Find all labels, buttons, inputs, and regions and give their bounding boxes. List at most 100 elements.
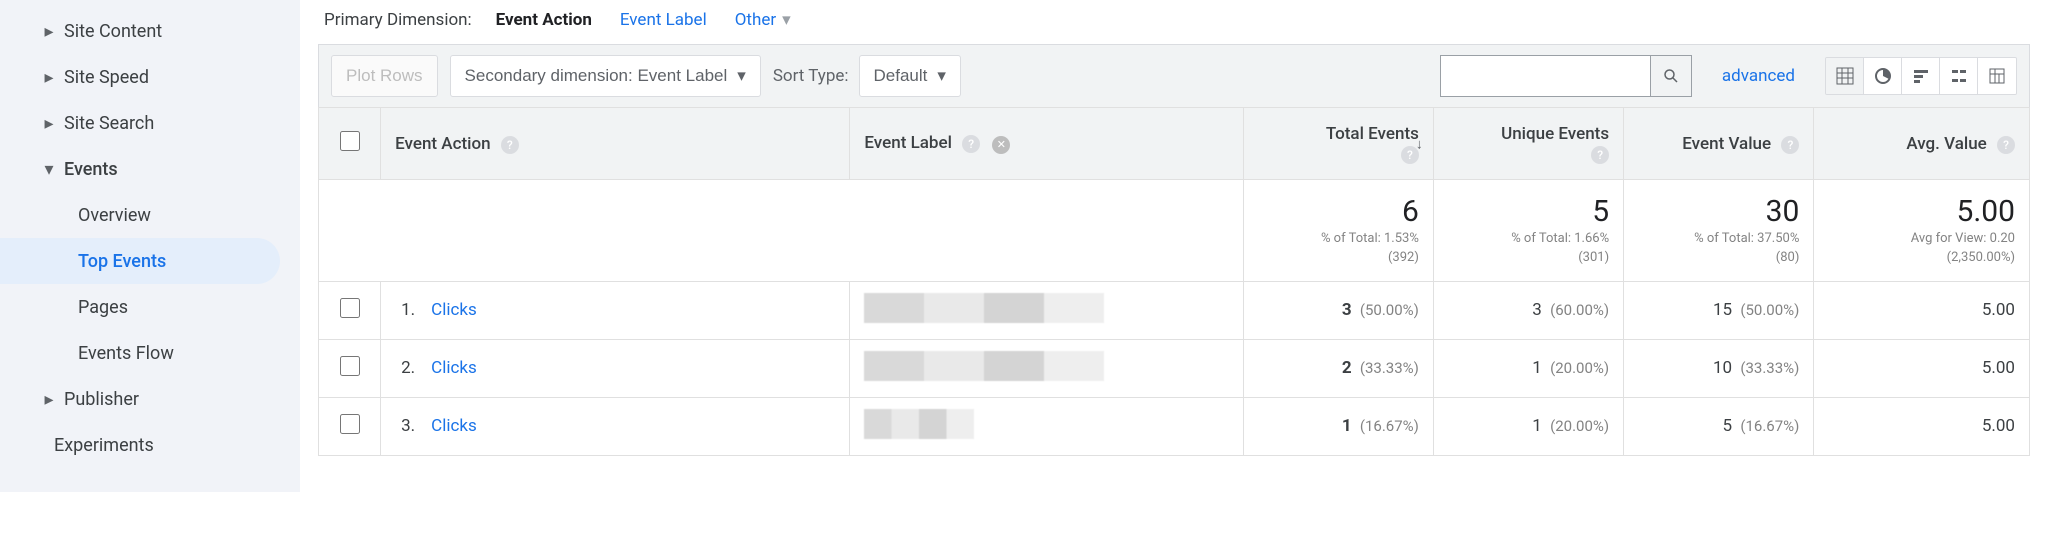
- help-icon[interactable]: ?: [501, 136, 519, 154]
- avg-value: 5.00: [1982, 300, 2015, 320]
- pie-icon: [1874, 67, 1892, 85]
- view-bar-button[interactable]: [1902, 58, 1940, 94]
- summary-event-value: 30: [1638, 194, 1799, 229]
- col-header-event-label[interactable]: Event Label ? ✕: [850, 108, 1243, 180]
- sort-type: Sort Type: Default ▾: [773, 55, 961, 97]
- total-events-value: 3: [1342, 300, 1352, 320]
- help-icon[interactable]: ?: [962, 135, 980, 153]
- caret-down-icon: ▾: [737, 66, 746, 86]
- help-icon[interactable]: ?: [1591, 146, 1609, 164]
- row-checkbox[interactable]: [340, 414, 360, 434]
- col-header-label: Unique Events: [1501, 124, 1609, 144]
- view-buttons: [1825, 57, 2017, 95]
- sidebar-item-experiments[interactable]: Experiments: [0, 422, 300, 468]
- unique-events-value: 3: [1532, 300, 1542, 320]
- event-value: 15: [1713, 300, 1732, 320]
- caret-right-icon: ▸: [42, 389, 56, 410]
- event-value-pct: (33.33%): [1740, 359, 1799, 377]
- col-header-total-events[interactable]: Total Events ? ↓: [1243, 108, 1433, 180]
- sidebar-sub-label: Events Flow: [78, 343, 174, 364]
- sidebar-sub-top-events[interactable]: Top Events: [0, 238, 280, 284]
- summary-sub: (301): [1448, 250, 1609, 267]
- sidebar-item-site-content[interactable]: ▸ Site Content: [0, 8, 280, 54]
- sidebar-item-site-search[interactable]: ▸ Site Search: [0, 100, 280, 146]
- unique-events-pct: (20.00%): [1550, 417, 1609, 435]
- sort-type-label: Sort Type:: [773, 66, 849, 86]
- row-index: 3.: [395, 416, 415, 436]
- help-icon[interactable]: ?: [1997, 136, 2015, 154]
- col-header-avg-value[interactable]: Avg. Value ?: [1814, 108, 2030, 180]
- unique-events-value: 1: [1532, 358, 1542, 378]
- col-header-label: Avg. Value: [1906, 134, 1986, 154]
- dimension-event-action[interactable]: Event Action: [496, 10, 592, 30]
- sidebar-sub-events-flow[interactable]: Events Flow: [0, 330, 280, 376]
- view-table-button[interactable]: [1826, 58, 1864, 94]
- total-events-value: 2: [1342, 358, 1352, 378]
- event-value-pct: (50.00%): [1740, 301, 1799, 319]
- col-header-unique-events[interactable]: Unique Events ?: [1433, 108, 1623, 180]
- sidebar-item-site-speed[interactable]: ▸ Site Speed: [0, 54, 280, 100]
- event-action-link[interactable]: Clicks: [431, 358, 477, 378]
- dimension-event-label[interactable]: Event Label: [620, 10, 707, 30]
- sort-type-select[interactable]: Default ▾: [859, 55, 961, 97]
- view-compare-button[interactable]: [1940, 58, 1978, 94]
- view-pie-button[interactable]: [1864, 58, 1902, 94]
- plot-rows-button[interactable]: Plot Rows: [331, 55, 438, 97]
- toolbar: Plot Rows Secondary dimension: Event Lab…: [318, 44, 2030, 107]
- dimension-other[interactable]: Other ▾: [735, 10, 791, 30]
- row-index: 2.: [395, 358, 415, 378]
- sidebar-sub-overview[interactable]: Overview: [0, 192, 280, 238]
- table-row: 2.Clicks 2 (33.33%) 1 (20.00%) 10 (33.33…: [319, 339, 2030, 397]
- search-input[interactable]: [1440, 55, 1650, 97]
- event-action-link[interactable]: Clicks: [431, 416, 477, 436]
- caret-right-icon: ▸: [42, 113, 56, 134]
- summary-total-events: 6: [1258, 194, 1419, 229]
- select-all-checkbox[interactable]: [340, 131, 360, 151]
- remove-column-icon[interactable]: ✕: [992, 136, 1010, 154]
- sidebar-sub-pages[interactable]: Pages: [0, 284, 280, 330]
- col-header-label: Total Events: [1326, 124, 1419, 144]
- unique-events-pct: (20.00%): [1550, 359, 1609, 377]
- caret-down-icon: ▾: [782, 10, 791, 30]
- sidebar-item-label: Publisher: [64, 389, 139, 410]
- bar-icon: [1912, 67, 1930, 85]
- summary-unique-events: 5: [1448, 194, 1609, 229]
- summary-sub: % of Total: 37.50%: [1638, 231, 1799, 248]
- primary-dimension-row: Primary Dimension: Event Action Event La…: [318, 0, 2030, 44]
- summary-row: 6 % of Total: 1.53% (392) 5 % of Total: …: [319, 180, 2030, 282]
- total-events-value: 1: [1342, 416, 1352, 436]
- redacted-label: [864, 293, 1104, 323]
- avg-value: 5.00: [1982, 416, 2015, 436]
- row-checkbox[interactable]: [340, 298, 360, 318]
- caret-right-icon: ▸: [42, 67, 56, 88]
- view-pivot-button[interactable]: [1978, 58, 2016, 94]
- event-action-link[interactable]: Clicks: [431, 300, 477, 320]
- redacted-label: [864, 351, 1104, 381]
- sort-desc-icon: ↓: [1416, 135, 1423, 152]
- dimension-other-label: Other: [735, 10, 776, 30]
- sidebar-item-label: Site Content: [64, 21, 162, 42]
- summary-sub: % of Total: 1.53%: [1258, 231, 1419, 248]
- row-checkbox[interactable]: [340, 356, 360, 376]
- advanced-link[interactable]: advanced: [1722, 66, 1795, 86]
- primary-dimension-label: Primary Dimension:: [324, 10, 472, 30]
- secondary-dimension-label: Secondary dimension: Event Label: [465, 66, 728, 86]
- sidebar-item-publisher[interactable]: ▸ Publisher: [0, 376, 280, 422]
- total-events-pct: (33.33%): [1360, 359, 1419, 377]
- col-header-event-action[interactable]: Event Action ?: [381, 108, 850, 180]
- secondary-dimension-select[interactable]: Secondary dimension: Event Label ▾: [450, 55, 761, 97]
- sidebar-item-events[interactable]: ▾ Events: [0, 146, 280, 192]
- event-value: 5: [1723, 416, 1733, 436]
- summary-sub: (2,350.00%): [1828, 250, 2015, 267]
- caret-right-icon: ▸: [42, 21, 56, 42]
- col-header-label: Event Value: [1682, 134, 1771, 154]
- event-value-pct: (16.67%): [1740, 417, 1799, 435]
- sidebar-item-label: Site Search: [64, 113, 154, 134]
- search-button[interactable]: [1650, 55, 1692, 97]
- help-icon[interactable]: ?: [1781, 136, 1799, 154]
- sidebar-item-label: Events: [64, 159, 118, 180]
- col-header-event-value[interactable]: Event Value ?: [1624, 108, 1814, 180]
- unique-events-pct: (60.00%): [1550, 301, 1609, 319]
- sidebar-sub-label: Pages: [78, 297, 128, 318]
- sidebar-item-label: Site Speed: [64, 67, 149, 88]
